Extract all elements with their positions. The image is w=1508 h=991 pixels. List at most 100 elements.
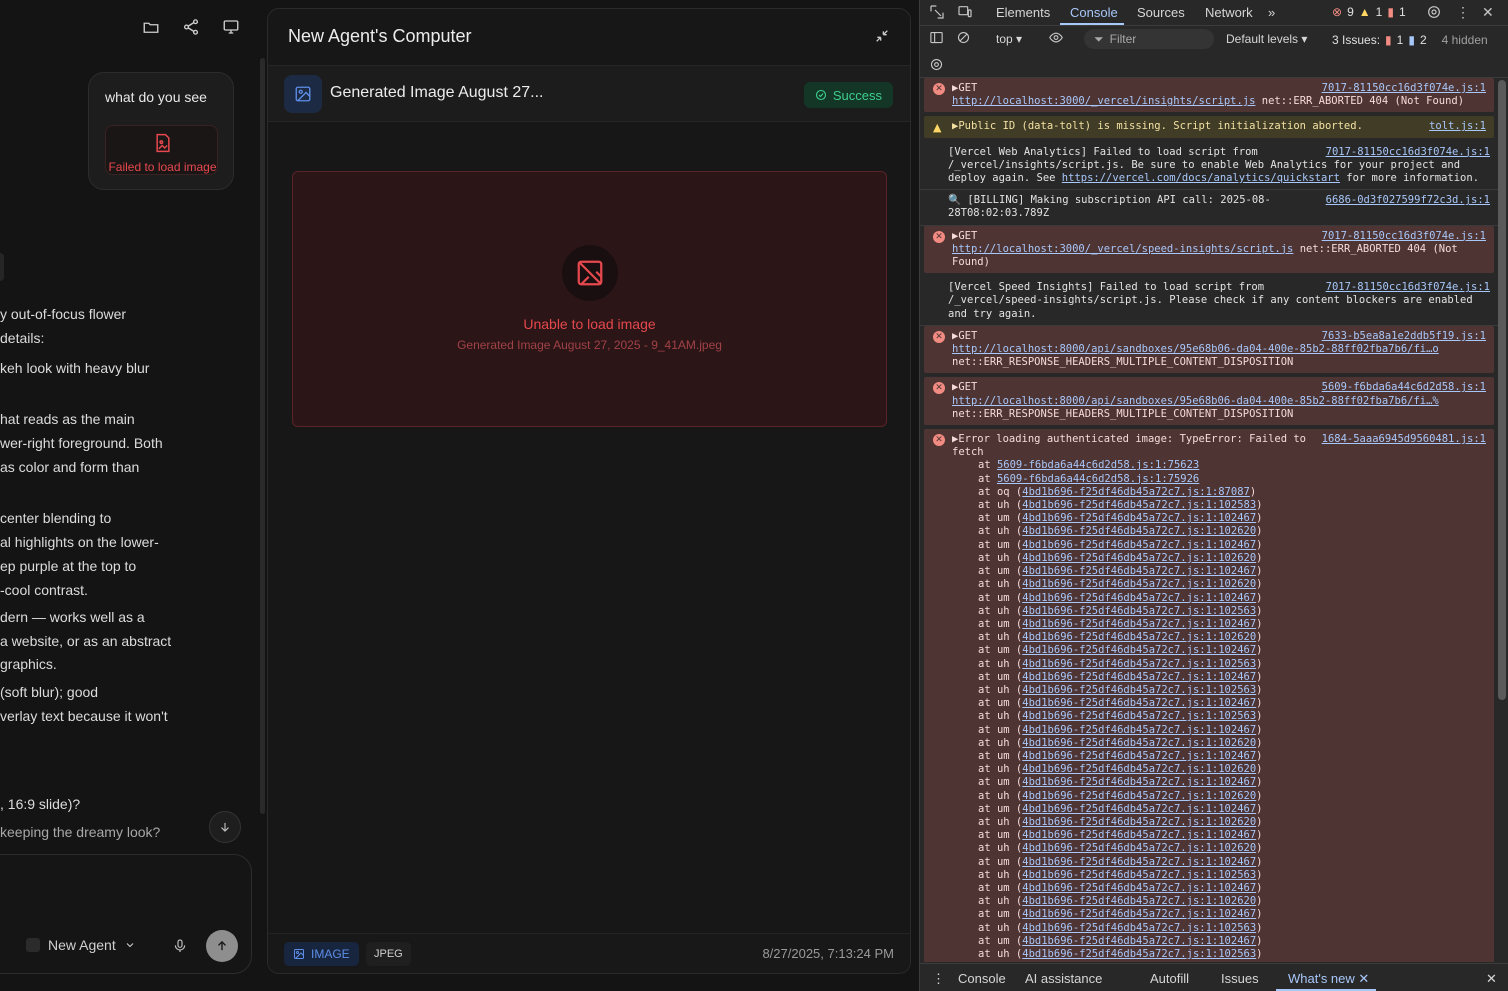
stack-frame-link[interactable]: 4bd1b696-f25df46db45a72c7.js:1:102467 [1022,908,1256,920]
stack-frame-link[interactable]: 4bd1b696-f25df46db45a72c7.js:1:102467 [1022,803,1256,815]
minimize-icon[interactable] [874,28,890,49]
request-url-link[interactable]: http://localhost:8000/api/sandboxes/95e6… [952,395,1439,407]
drawer-tab-console[interactable]: Console [958,971,1006,986]
stack-frame-link[interactable]: 4bd1b696-f25df46db45a72c7.js:1:102563 [1022,922,1256,934]
stack-frame-link[interactable]: 4bd1b696-f25df46db45a72c7.js:1:102467 [1022,697,1256,709]
stack-frame-link[interactable]: 4bd1b696-f25df46db45a72c7.js:1:102620 [1022,895,1256,907]
tab-network[interactable]: Network [1205,5,1253,20]
issues-summary[interactable]: 3 Issues: ▮ 1 ▮ 2 4 hidden [1332,33,1488,47]
stack-frame-link[interactable]: 4bd1b696-f25df46db45a72c7.js:1:102467 [1022,882,1256,894]
source-link[interactable]: 1684-5aaa6945d9560481.js:1 [1322,433,1486,446]
entry-tail: for more information. [1339,172,1480,185]
microphone-icon[interactable] [172,937,188,960]
chat-scrollbar[interactable] [260,58,265,814]
stack-frame-link[interactable]: 5609-f6bda6a44c6d2d58.js:1:75926 [997,473,1199,485]
stack-frame-link[interactable]: 4bd1b696-f25df46db45a72c7.js:1:102563 [1022,658,1256,670]
tab-elements[interactable]: Elements [996,5,1050,20]
stack-frame-link[interactable]: 4bd1b696-f25df46db45a72c7.js:1:102467 [1022,592,1256,604]
stack-frame-link[interactable]: 4bd1b696-f25df46db45a72c7.js:1:102467 [1022,829,1256,841]
more-vert-icon[interactable]: ⋮ [1456,4,1470,21]
request-url-link[interactable]: http://localhost:8000/api/sandboxes/95e6… [952,343,1439,355]
filter-input[interactable]: ⏷ Filter [1084,29,1214,49]
stack-frame-link[interactable]: 4bd1b696-f25df46db45a72c7.js:1:102467 [1022,618,1256,630]
stack-frame-link[interactable]: 4bd1b696-f25df46db45a72c7.js:1:102620 [1022,552,1256,564]
stack-frame-link[interactable]: 4bd1b696-f25df46db45a72c7.js:1:102620 [1022,842,1256,854]
stack-frame-link[interactable]: 4bd1b696-f25df46db45a72c7.js:1:102563 [1022,869,1256,881]
stack-frame-link[interactable]: 4bd1b696-f25df46db45a72c7.js:1:102620 [1022,737,1256,749]
inspect-icon[interactable] [929,4,945,25]
stack-frame: at um (4bd1b696-f25df46db45a72c7.js:1:10… [978,749,1263,762]
stack-frame-link[interactable]: 5609-f6bda6a44c6d2d58.js:1:75623 [997,459,1199,471]
stack-frame-link[interactable]: 4bd1b696-f25df46db45a72c7.js:1:102467 [1022,935,1256,947]
monitor-icon[interactable] [220,16,242,38]
folder-icon[interactable] [140,16,162,38]
clear-console-icon[interactable] [956,30,971,50]
stack-frame-link[interactable]: 4bd1b696-f25df46db45a72c7.js:1:102563 [1022,710,1256,722]
request-url-link[interactable]: http://localhost:3000/_vercel/speed-insi… [952,243,1293,255]
drawer-menu-icon[interactable]: ⋮ [932,971,945,987]
request-url-link[interactable]: http://localhost:3000/_vercel/insights/s… [952,95,1255,107]
drawer-tab-ai-assistance[interactable]: AI assistance [1025,971,1102,986]
stack-frame-link[interactable]: 4bd1b696-f25df46db45a72c7.js:1:102583 [1022,499,1256,511]
source-link[interactable]: 6686-0d3f027599f72c3d.js:1 [1326,194,1490,207]
tab-console[interactable]: Console [1070,5,1118,20]
sidebar-toggle-icon[interactable] [929,30,944,50]
stack-frame-link[interactable]: 4bd1b696-f25df46db45a72c7.js:1:102467 [1022,671,1256,683]
stack-frame-link[interactable]: 4bd1b696-f25df46db45a72c7.js:1:102467 [1022,512,1256,524]
share-icon[interactable] [180,16,202,38]
error-counts[interactable]: ⊗ 9 ▲ 1 ▮ 1 [1332,5,1406,19]
tab-sources[interactable]: Sources [1137,5,1185,20]
error-file-name: Generated Image August 27, 2025 - 9_41AM… [457,338,722,352]
stack-frame-link[interactable]: 4bd1b696-f25df46db45a72c7.js:1:102467 [1022,776,1256,788]
drawer-tab-issues[interactable]: Issues [1221,971,1259,986]
error-icon: ✕ [933,382,945,395]
source-link[interactable]: 7017-81150cc16d3f074e.js:1 [1326,281,1490,294]
stack-frame-link[interactable]: 4bd1b696-f25df46db45a72c7.js:1:102620 [1022,525,1256,537]
stack-frame-link[interactable]: 4bd1b696-f25df46db45a72c7.js:1:102467 [1022,856,1256,868]
source-link[interactable]: 7017-81150cc16d3f074e.js:1 [1326,146,1490,159]
drawer-tab-whats-new[interactable]: What's new ✕ [1288,971,1369,987]
source-link[interactable]: tolt.js:1 [1429,120,1486,133]
source-link[interactable]: 5609-f6bda6a44c6d2d58.js:1 [1322,381,1486,394]
suggestion-line[interactable]: keeping the dreamy look? [0,824,160,840]
docs-link[interactable]: https://vercel.com/docs/analytics/quicks… [1062,172,1340,184]
stack-frame-link[interactable]: 4bd1b696-f25df46db45a72c7.js:1:102467 [1022,724,1256,736]
stack-frame-link[interactable]: 4bd1b696-f25df46db45a72c7.js:1:102467 [1022,539,1256,551]
stack-frame-link[interactable]: 4bd1b696-f25df46db45a72c7.js:1:102563 [1022,684,1256,696]
send-button[interactable] [206,930,238,962]
stack-frame-link[interactable]: 4bd1b696-f25df46db45a72c7.js:1:102620 [1022,578,1256,590]
stack-frame-link[interactable]: 4bd1b696-f25df46db45a72c7.js:1:102467 [1022,961,1256,962]
issue-info-icon: ▮ [1408,33,1415,47]
source-link[interactable]: 7017-81150cc16d3f074e.js:1 [1322,230,1486,243]
source-link[interactable]: 7633-b5ea8a1e2ddb5f19.js:1 [1322,330,1486,343]
stack-frame-link[interactable]: 4bd1b696-f25df46db45a72c7.js:1:102467 [1022,565,1256,577]
stack-frame-link[interactable]: 4bd1b696-f25df46db45a72c7.js:1:102563 [1022,605,1256,617]
close-devtools-icon[interactable]: ✕ [1482,4,1494,21]
context-selector[interactable]: top ▾ [996,32,1022,46]
stack-frame-link[interactable]: 4bd1b696-f25df46db45a72c7.js:1:102620 [1022,790,1256,802]
source-link[interactable]: 7017-81150cc16d3f074e.js:1 [1322,82,1486,95]
status-label: Success [832,87,882,103]
collapsed-tab[interactable] [0,253,4,281]
stack-frame-link[interactable]: 4bd1b696-f25df46db45a72c7.js:1:102620 [1022,763,1256,775]
console-settings-icon[interactable] [929,57,944,77]
stack-frame-link[interactable]: 4bd1b696-f25df46db45a72c7.js:1:102620 [1022,816,1256,828]
eye-icon[interactable] [1047,30,1065,50]
drawer-tab-autofill[interactable]: Autofill [1150,971,1189,986]
close-drawer-icon[interactable]: ✕ [1486,971,1497,987]
more-tabs-icon[interactable]: » [1268,5,1275,20]
settings-icon[interactable] [1426,4,1442,25]
device-toggle-icon[interactable] [957,4,973,25]
levels-dropdown[interactable]: Default levels ▾ [1226,32,1307,46]
stack-frame-link[interactable]: 4bd1b696-f25df46db45a72c7.js:1:87087 [1022,486,1250,498]
failed-image-attachment[interactable]: Failed to load image [105,125,218,175]
message-line: (soft blur); good [0,684,99,700]
stack-frame-link[interactable]: 4bd1b696-f25df46db45a72c7.js:1:102467 [1022,750,1256,762]
stack-frame-link[interactable]: 4bd1b696-f25df46db45a72c7.js:1:102620 [1022,631,1256,643]
console-scrollbar[interactable] [1498,80,1506,700]
stack-frame-link[interactable]: 4bd1b696-f25df46db45a72c7.js:1:102563 [1022,948,1256,960]
stack-frame-link[interactable]: 4bd1b696-f25df46db45a72c7.js:1:102467 [1022,644,1256,656]
message-line: as color and form than [0,459,140,475]
scroll-down-button[interactable] [209,811,241,843]
agent-selector[interactable]: New Agent [26,937,136,953]
